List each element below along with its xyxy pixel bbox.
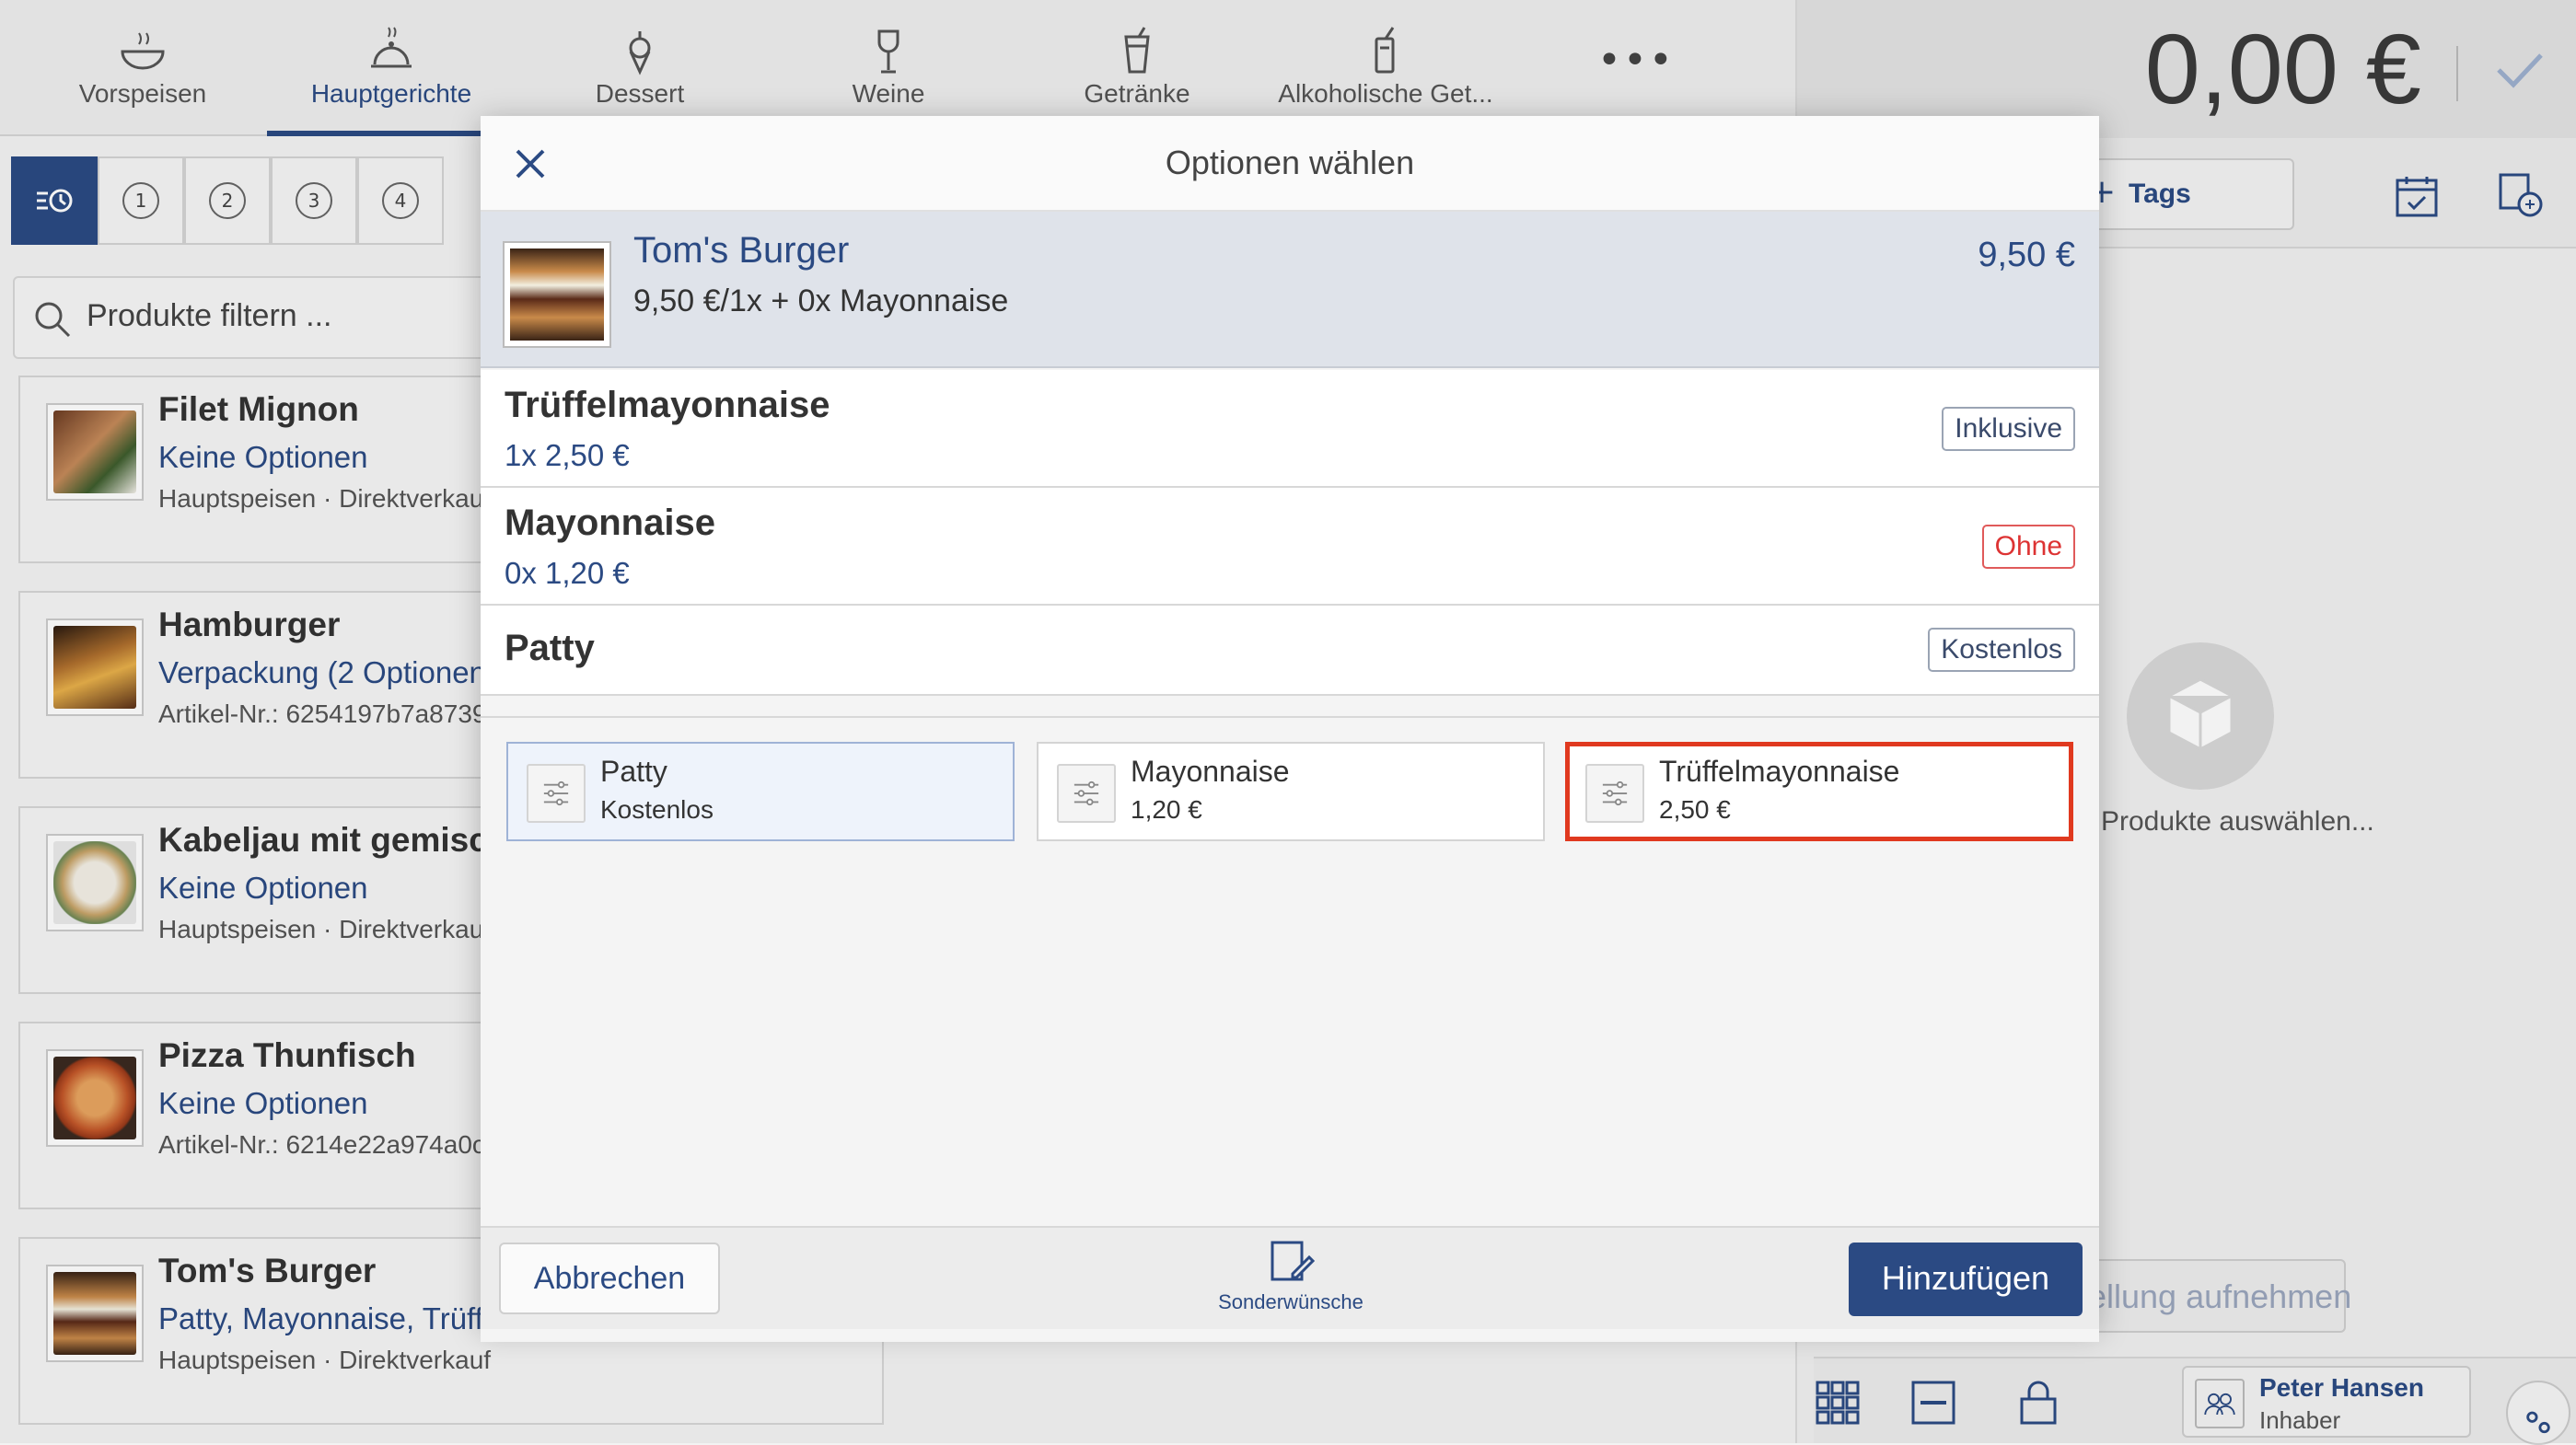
product-summary: 9,50 €/1x + 0x Mayonnaise [633, 283, 1009, 318]
add-button[interactable]: Hinzufügen [1849, 1243, 2083, 1316]
tile-price: 1,20 € [1131, 795, 1202, 824]
sliders-icon [1585, 764, 1644, 823]
dialog-header: Optionen wählen [481, 116, 2099, 212]
tile-name: Trüffelmayonnaise [1659, 755, 1900, 788]
status-badge: Kostenlos [1928, 628, 2075, 672]
option-name: Mayonnaise [505, 503, 715, 543]
tile-name: Mayonnaise [1131, 755, 1290, 788]
option-quantity: 0x 1,20 € [505, 556, 630, 590]
tile-name: Patty [600, 755, 667, 788]
option-quantity: 1x 2,50 € [505, 438, 630, 472]
cancel-button[interactable]: Abbrechen [499, 1243, 720, 1314]
option-tile-trueffelmayonnaise[interactable]: Trüffelmayonnaise 2,50 € [1565, 742, 2073, 841]
status-badge: Ohne [1981, 525, 2075, 569]
dialog-footer: Abbrechen Sonderwünsche Hinzufügen [481, 1226, 2099, 1329]
option-name: Trüffelmayonnaise [505, 385, 830, 425]
product-price: 9,50 € [1978, 236, 2075, 274]
option-tile-patty[interactable]: Patty Kostenlos [506, 742, 1015, 841]
status-badge: Inklusive [1942, 407, 2075, 451]
selected-product: Tom's Burger 9,50 €/1x + 0x Mayonnaise 9… [481, 212, 2099, 368]
tile-price: Kostenlos [600, 795, 714, 824]
special-requests-button[interactable]: Sonderwünsche [1217, 1237, 1364, 1325]
option-row-mayonnaise[interactable]: Mayonnaise 0x 1,20 € Ohne [481, 488, 2099, 606]
option-tile-mayonnaise[interactable]: Mayonnaise 1,20 € [1037, 742, 1545, 841]
note-edit-icon [1271, 1241, 1316, 1281]
product-image [503, 241, 611, 348]
product-name: Tom's Burger [633, 230, 850, 271]
sliders-icon [1057, 764, 1116, 823]
options-dialog: Optionen wählen Tom's Burger 9,50 €/1x +… [481, 116, 2099, 1342]
special-requests-label: Sonderwünsche [1218, 1290, 1363, 1313]
option-row-patty[interactable]: Patty Kostenlos [481, 606, 2099, 696]
option-row-trueffelmayonnaise[interactable]: Trüffelmayonnaise 1x 2,50 € Inklusive [481, 370, 2099, 488]
sliders-icon [527, 764, 586, 823]
option-name: Patty [505, 628, 595, 668]
tile-price: 2,50 € [1659, 795, 1731, 824]
dialog-title: Optionen wählen [1165, 144, 1415, 181]
